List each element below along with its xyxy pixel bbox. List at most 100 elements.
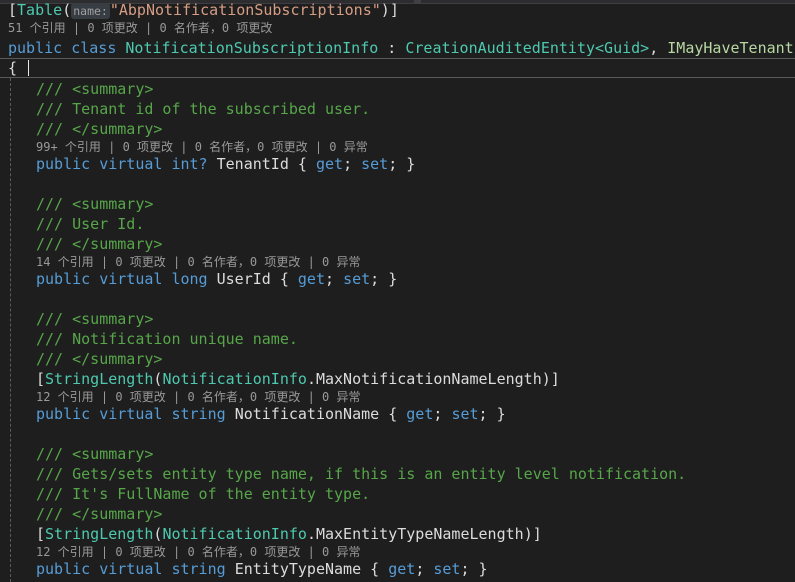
property-type: string [171,405,226,423]
keyword-set: set [361,155,389,173]
paren-close: ) [523,525,533,543]
accessors-end: ; } [478,405,506,423]
property-name[interactable]: UserId [217,270,271,288]
doc-comment-line: /// </summary> [36,235,163,253]
property-signature-notificationname[interactable]: public virtual string NotificationName {… [36,404,506,424]
keyword-set: set [343,270,371,288]
table-name-string[interactable]: "AbpNotificationSubscriptions" [110,1,381,19]
class-open-brace: { [8,59,18,77]
keyword-get: get [406,405,434,423]
accessors: { [279,270,298,288]
semicolon: ; [343,155,362,173]
property-signature-userid[interactable]: public virtual long UserId { get; set; } [36,269,397,289]
doc-comment-line: /// </summary> [36,350,163,368]
keyword-virtual: virtual [99,155,163,173]
accessors-end: ; } [388,155,416,173]
attribute-name-stringlength[interactable]: StringLength [45,525,153,543]
doc-comment-line: /// <summary> [36,195,154,213]
doc-comment-line: /// <summary> [36,310,154,328]
property-signature-tenantid[interactable]: public virtual int? TenantId { get; set;… [36,154,415,174]
keyword-get: get [315,155,344,173]
attribute-arg-type[interactable]: NotificationInfo [162,525,307,543]
codelens-class[interactable]: 51 个引用 | 0 项更改 | 0 名作者，0 项更改 [8,20,272,37]
attribute-name-table[interactable]: Table [17,1,62,19]
doc-comment-line: /// Tenant id of the subscribed user. [36,100,371,118]
property-name[interactable]: TenantId [217,155,289,173]
paren-close: ) [380,1,390,19]
semicolon: ; [415,560,434,578]
semicolon: ; [325,270,344,288]
keyword-public: public [8,39,63,57]
property-type: string [171,560,226,578]
keyword-get: get [297,270,325,288]
doc-comment-line: /// <summary> [36,80,154,98]
attribute-line-table[interactable]: [Table(name: "AbpNotificationSubscription… [8,0,399,20]
keyword-get: get [388,560,416,578]
bracket-close: ] [532,525,542,543]
accessors: { [388,405,407,423]
keyword-public: public [36,270,91,288]
property-signature-entitytypename[interactable]: public virtual string EntityTypeName { g… [36,559,488,579]
doc-comment-line: /// <summary> [36,445,154,463]
attribute-name-stringlength[interactable]: StringLength [45,370,153,388]
comma: , [649,39,668,57]
keyword-virtual: virtual [99,560,163,578]
property-type: long [171,270,208,288]
colon: : [378,39,406,57]
bracket-close: ] [550,370,560,388]
accessors-end: ; } [370,270,398,288]
accessors: { [370,560,389,578]
bracket-open: [ [36,370,46,388]
keyword-set: set [451,405,479,423]
paren-open: ( [62,1,72,19]
base-type[interactable]: CreationAuditedEntity<Guid> [405,39,649,57]
class-declaration-line[interactable]: public class NotificationSubscriptionInf… [8,38,794,58]
code-text-layer[interactable]: [Table(name: "AbpNotificationSubscription… [0,0,795,582]
paren-close: ) [541,370,551,388]
attribute-line-stringlength[interactable]: [StringLength(NotificationInfo.MaxEntity… [36,524,542,544]
attribute-arg-member[interactable]: .MaxEntityTypeNameLength [307,525,524,543]
attribute-arg-type[interactable]: NotificationInfo [162,370,307,388]
property-name[interactable]: EntityTypeName [235,560,361,578]
attribute-arg-member[interactable]: .MaxNotificationNameLength [307,370,542,388]
keyword-public: public [36,155,91,173]
doc-comment-line: /// </summary> [36,505,163,523]
bracket-open: [ [8,1,18,19]
bracket-open: [ [36,525,46,543]
keyword-virtual: virtual [99,405,163,423]
semicolon: ; [433,405,452,423]
keyword-set: set [433,560,461,578]
keyword-class: class [71,39,117,57]
class-name[interactable]: NotificationSubscriptionInfo [125,39,378,57]
code-editor[interactable]: [Table(name: "AbpNotificationSubscription… [0,0,795,582]
doc-comment-line: /// User Id. [36,215,145,233]
keyword-public: public [36,405,91,423]
accessors: { [297,155,316,173]
keyword-public: public [36,560,91,578]
doc-comment-line: /// It's FullName of the entity type. [36,485,371,503]
parameter-name-hint[interactable]: name: [71,3,110,19]
doc-comment-line: /// Gets/sets entity type name, if this … [36,465,687,483]
doc-comment-line: /// Notification unique name. [36,330,298,348]
accessors-end: ; } [460,560,488,578]
bracket-close: ] [389,1,399,19]
property-name[interactable]: NotificationName [235,405,380,423]
attribute-line-stringlength[interactable]: [StringLength(NotificationInfo.MaxNotifi… [36,369,560,389]
property-type: int? [171,155,208,173]
keyword-virtual: virtual [99,270,163,288]
interface-name[interactable]: IMayHaveTenant [667,39,793,57]
doc-comment-line: /// </summary> [36,120,163,138]
